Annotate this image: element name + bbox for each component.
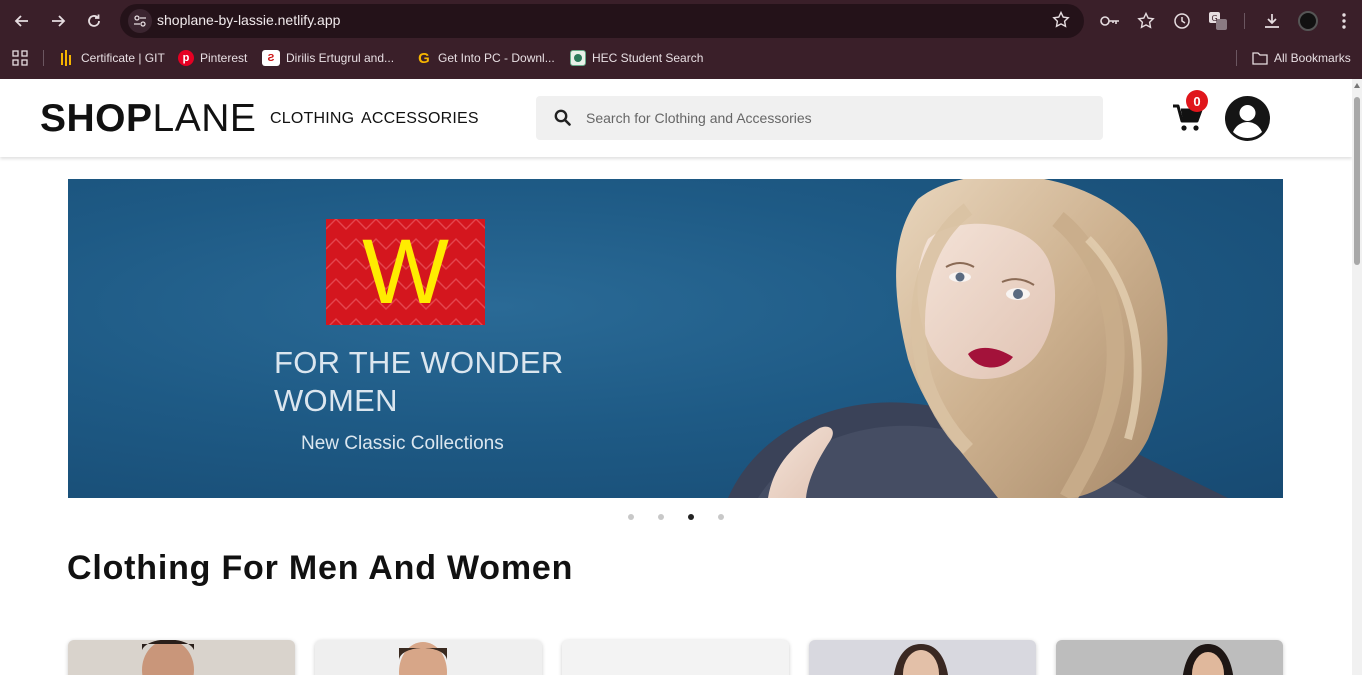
all-bookmarks-label: All Bookmarks bbox=[1274, 51, 1351, 65]
carousel-dot-3[interactable] bbox=[688, 514, 694, 520]
folder-icon bbox=[1252, 50, 1268, 66]
brand-letter: W bbox=[362, 220, 449, 323]
search-icon[interactable] bbox=[554, 109, 571, 131]
carousel-dot-1[interactable] bbox=[628, 514, 634, 520]
browser-toolbar: shoplane-by-lassie.netlify.app G bbox=[0, 0, 1362, 42]
bookmark-divider bbox=[1236, 50, 1237, 66]
section-title: Clothing For Men And Women bbox=[67, 549, 574, 587]
search-input[interactable] bbox=[586, 107, 1086, 129]
banner-title: FOR THE WONDER WOMEN bbox=[274, 344, 564, 420]
bookmark-star-icon[interactable] bbox=[1052, 10, 1070, 34]
getintopc-icon: G bbox=[418, 49, 430, 67]
back-arrow-icon bbox=[14, 15, 28, 27]
model-portrait-image bbox=[728, 179, 1228, 498]
bookmark-label: Dirilis Ertugrul and... bbox=[286, 51, 395, 65]
browser-chrome: shoplane-by-lassie.netlify.app G Certifi… bbox=[0, 0, 1362, 79]
reload-button[interactable] bbox=[82, 9, 106, 33]
banner-subtitle: New Classic Collections bbox=[301, 433, 504, 454]
bookmark-certificate[interactable]: Certificate | GIT bbox=[59, 49, 165, 67]
bookmark-ertugrul[interactable]: Ƨ Dirilis Ertugrul and... bbox=[262, 49, 394, 67]
svg-text:G: G bbox=[1212, 14, 1218, 23]
extensions-star-icon[interactable] bbox=[1134, 9, 1158, 33]
product-card[interactable] bbox=[1056, 640, 1283, 675]
banner-title-line1: FOR THE WONDER bbox=[274, 345, 564, 380]
brand-logo-box: W bbox=[326, 219, 485, 325]
page-viewport: SHOPLANE CLOTHING ACCESSORIES 0 bbox=[0, 79, 1362, 675]
product-image bbox=[399, 642, 447, 675]
password-key-icon[interactable] bbox=[1098, 9, 1122, 33]
pinterest-icon: p bbox=[178, 50, 194, 66]
logo-light-text: LANE bbox=[152, 97, 257, 140]
scrollbar-thumb[interactable] bbox=[1354, 97, 1360, 265]
site-header: SHOPLANE CLOTHING ACCESSORIES 0 bbox=[0, 79, 1352, 157]
site-logo[interactable]: SHOPLANE bbox=[40, 97, 256, 141]
product-image bbox=[1183, 644, 1233, 675]
product-card[interactable] bbox=[315, 640, 542, 675]
nav-accessories[interactable]: ACCESSORIES bbox=[361, 110, 479, 128]
nav-clothing[interactable]: CLOTHING bbox=[270, 110, 354, 128]
forward-button[interactable] bbox=[46, 9, 70, 33]
search-bar bbox=[536, 96, 1103, 140]
hec-icon bbox=[570, 50, 586, 66]
scroll-up-icon[interactable] bbox=[1354, 83, 1360, 88]
hero-banner[interactable]: W FOR THE WONDER WOMEN New Classic Colle… bbox=[68, 179, 1283, 498]
url-text: shoplane-by-lassie.netlify.app bbox=[157, 12, 341, 28]
carousel-dot-4[interactable] bbox=[718, 514, 724, 520]
menu-kebab-icon[interactable] bbox=[1332, 9, 1356, 33]
bookmark-label: Certificate | GIT bbox=[81, 51, 165, 65]
ertugrul-site-icon: Ƨ bbox=[262, 50, 280, 66]
reload-icon bbox=[88, 14, 100, 27]
banner-title-line2: WOMEN bbox=[274, 383, 398, 418]
history-icon[interactable] bbox=[1170, 9, 1194, 33]
back-button[interactable] bbox=[10, 9, 34, 33]
git-bars-icon bbox=[59, 50, 75, 66]
forward-arrow-icon bbox=[52, 15, 66, 27]
product-card-row bbox=[68, 640, 1283, 675]
translate-icon[interactable]: G bbox=[1206, 9, 1230, 33]
all-bookmarks-button[interactable]: All Bookmarks bbox=[1252, 49, 1351, 67]
bookmarks-bar: Certificate | GIT p Pinterest Ƨ Dirilis … bbox=[0, 44, 1362, 72]
bookmark-getintopc[interactable]: G Get Into PC - Downl... bbox=[416, 49, 555, 67]
user-avatar-icon[interactable] bbox=[1225, 96, 1270, 141]
logo-bold-text: SHOP bbox=[40, 97, 153, 140]
profile-avatar-icon[interactable] bbox=[1296, 9, 1320, 33]
site-settings-icon[interactable] bbox=[128, 9, 152, 33]
product-card[interactable] bbox=[68, 640, 295, 675]
toolbar-divider bbox=[1244, 13, 1245, 29]
carousel-dot-2[interactable] bbox=[658, 514, 664, 520]
address-bar[interactable]: shoplane-by-lassie.netlify.app bbox=[120, 4, 1084, 38]
bookmark-label: Pinterest bbox=[200, 51, 248, 65]
download-icon[interactable] bbox=[1260, 9, 1284, 33]
product-card[interactable] bbox=[809, 640, 1036, 675]
product-image bbox=[142, 640, 194, 675]
product-image bbox=[894, 644, 948, 675]
page-scrollbar[interactable] bbox=[1352, 79, 1362, 675]
bookmark-label: Get Into PC - Downl... bbox=[438, 51, 555, 65]
cart-count-badge: 0 bbox=[1186, 90, 1208, 112]
carousel-dots bbox=[625, 511, 735, 523]
bookmark-hec[interactable]: HEC Student Search bbox=[570, 49, 703, 67]
bookmark-divider bbox=[43, 50, 44, 66]
bookmark-label: HEC Student Search bbox=[592, 51, 704, 65]
apps-grid-icon[interactable] bbox=[12, 49, 28, 67]
bookmark-pinterest[interactable]: p Pinterest bbox=[178, 49, 247, 67]
product-card[interactable] bbox=[562, 640, 789, 675]
